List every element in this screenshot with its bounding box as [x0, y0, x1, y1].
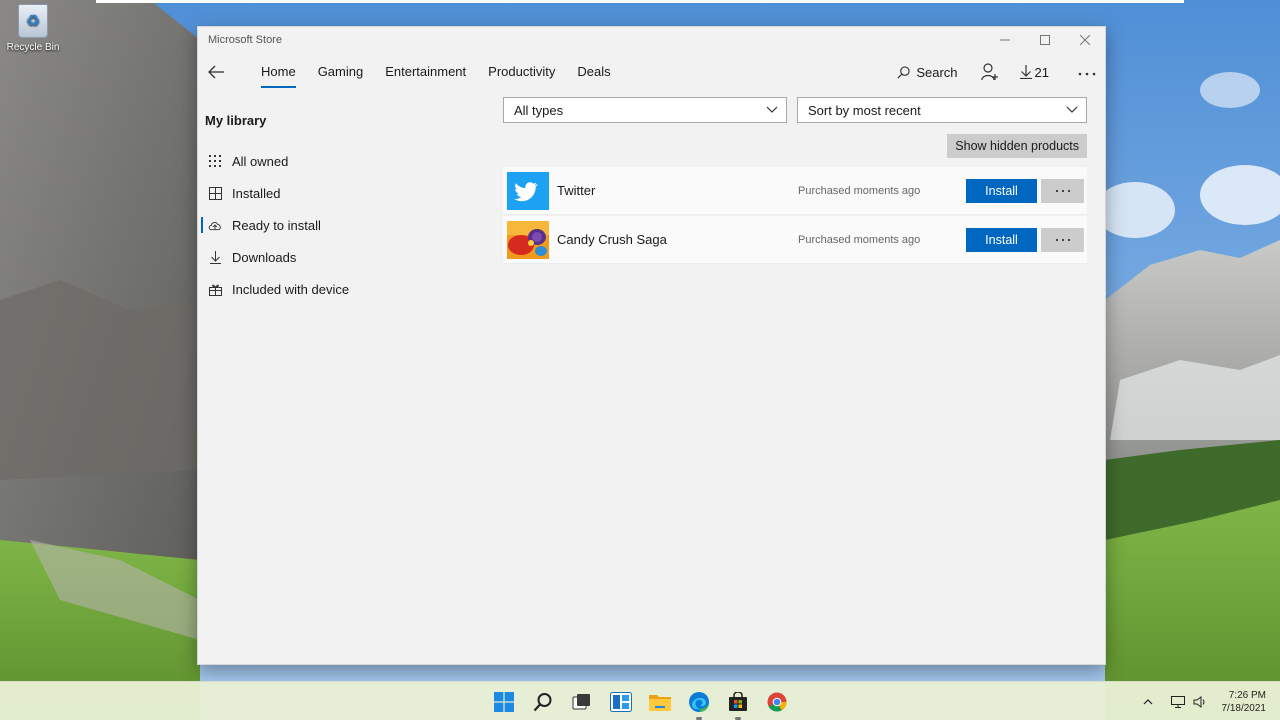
back-button[interactable] [206, 60, 226, 84]
search-label: Search [916, 64, 958, 80]
close-icon [1080, 35, 1090, 45]
window-title: Microsoft Store [208, 34, 282, 46]
taskbar-search-icon[interactable] [529, 688, 557, 716]
sidebar-item-ready-to-install[interactable]: Ready to install [198, 209, 478, 241]
tab-home[interactable]: Home [250, 55, 307, 89]
recycle-bin-desktop-icon[interactable]: ♻ Recycle Bin [4, 4, 62, 60]
install-button[interactable]: Install [966, 178, 1037, 203]
grid-icon [208, 154, 222, 168]
minimize-button[interactable] [985, 27, 1025, 53]
windows-start-icon[interactable] [490, 688, 518, 716]
app-list: Twitter Purchased moments ago Install Ca… [503, 167, 1087, 265]
download-arrow-icon [1019, 65, 1032, 79]
cloud-icon [208, 218, 222, 232]
gift-icon [208, 282, 222, 296]
nav-tabs: Home Gaming Entertainment Productivity D… [250, 55, 622, 89]
maximize-icon [1040, 35, 1050, 45]
task-view-icon[interactable] [568, 688, 596, 716]
app-name: Candy Crush Saga [557, 232, 667, 247]
clock-date: 7/18/2021 [1221, 702, 1267, 714]
app-status: Purchased moments ago [798, 233, 921, 246]
clock-time: 7:26 PM [1228, 689, 1266, 701]
taskbar-apps [490, 682, 791, 720]
file-explorer-icon[interactable] [646, 688, 674, 716]
chevron-down-icon [1066, 106, 1078, 113]
type-filter-value: All types [514, 102, 564, 118]
downloads-count: 21 [1034, 64, 1049, 80]
system-tray: 7:26 PM 7/18/2021 [1138, 682, 1280, 720]
system-clock[interactable]: 7:26 PM 7/18/2021 [1222, 689, 1267, 715]
widgets-icon[interactable] [607, 688, 635, 716]
tab-entertainment[interactable]: Entertainment [374, 55, 477, 89]
download-icon [208, 250, 222, 264]
app-row-candy-crush-saga[interactable]: Candy Crush Saga Purchased moments ago I… [503, 216, 1087, 264]
edge-icon[interactable] [685, 688, 713, 720]
candy-crush-icon [507, 220, 549, 259]
sidebar-item-label: Ready to install [232, 217, 321, 233]
sidebar-item-label: Included with device [232, 281, 350, 297]
chrome-icon[interactable] [763, 688, 791, 716]
more-options-button[interactable] [1077, 63, 1097, 81]
app-name: Twitter [557, 183, 596, 198]
sidebar-item-included-with-device[interactable]: Included with device [198, 273, 478, 305]
twitter-icon [507, 171, 549, 210]
recycle-bin-label: Recycle Bin [6, 42, 60, 53]
microsoft-store-window: Microsoft Store Home Gaming Entertainmen… [197, 26, 1106, 665]
install-button[interactable]: Install [966, 227, 1037, 252]
more-dots-icon [1055, 189, 1070, 192]
volume-icon[interactable] [1190, 692, 1210, 712]
tab-gaming[interactable]: Gaming [307, 55, 375, 89]
store-icon[interactable] [724, 688, 752, 720]
app-row-twitter[interactable]: Twitter Purchased moments ago Install [503, 167, 1087, 215]
window-controls [985, 27, 1105, 53]
sidebar-item-installed[interactable]: Installed [198, 177, 478, 209]
taskbar: 7:26 PM 7/18/2021 [0, 681, 1280, 720]
search-icon [897, 65, 910, 78]
sidebar-title: My library [205, 113, 267, 128]
close-button[interactable] [1065, 27, 1105, 53]
downloads-button[interactable]: 21 [1019, 64, 1049, 80]
filter-bar: All types Sort by most recent [503, 97, 1087, 123]
sidebar-item-label: Downloads [232, 249, 297, 265]
show-hidden-products-button[interactable]: Show hidden products [947, 134, 1087, 158]
title-bar[interactable]: Microsoft Store [198, 27, 1105, 53]
tab-productivity[interactable]: Productivity [477, 55, 566, 89]
search-button[interactable]: Search [897, 64, 958, 80]
type-filter-dropdown[interactable]: All types [503, 97, 787, 123]
back-arrow-icon [208, 65, 224, 79]
more-dots-icon [1078, 72, 1096, 76]
library-nav-list: All owned Installed Ready to install Dow… [198, 145, 478, 305]
app-more-button[interactable] [1041, 178, 1084, 203]
sort-value: Sort by most recent [808, 102, 921, 118]
maximize-button[interactable] [1025, 27, 1065, 53]
top-strip [96, 0, 1184, 3]
sidebar-item-label: Installed [232, 185, 281, 201]
tab-deals[interactable]: Deals [566, 55, 621, 89]
more-dots-icon [1055, 238, 1070, 241]
installed-icon [208, 186, 222, 200]
top-navigation: Home Gaming Entertainment Productivity D… [198, 55, 1105, 89]
account-button[interactable] [980, 62, 1000, 82]
chevron-down-icon [766, 106, 778, 113]
sidebar-item-label: All owned [232, 153, 289, 169]
sidebar-item-all-owned[interactable]: All owned [198, 145, 478, 177]
app-status: Purchased moments ago [798, 184, 921, 197]
account-add-icon [980, 63, 998, 81]
network-icon[interactable] [1168, 692, 1188, 712]
chevron-up-icon[interactable] [1138, 692, 1158, 712]
minimize-icon [1000, 39, 1010, 41]
sidebar-item-downloads[interactable]: Downloads [198, 241, 478, 273]
nav-actions: Search 21 [897, 55, 1097, 89]
app-more-button[interactable] [1041, 227, 1084, 252]
recycle-bin-icon: ♻ [18, 4, 48, 38]
library-content: All types Sort by most recent Show hidde… [503, 97, 1087, 264]
sort-dropdown[interactable]: Sort by most recent [797, 97, 1087, 123]
